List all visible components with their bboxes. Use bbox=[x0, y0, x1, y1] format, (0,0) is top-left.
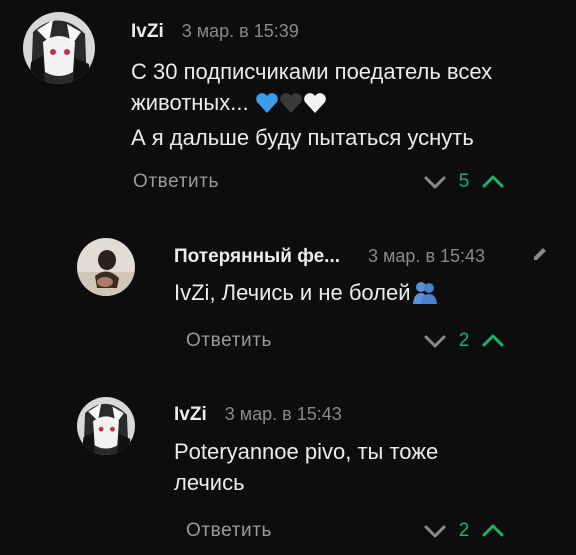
avatar[interactable] bbox=[77, 397, 135, 455]
author-name[interactable]: Потерянный фе... bbox=[174, 246, 340, 268]
hugging-people-icon bbox=[411, 280, 439, 312]
avatar[interactable] bbox=[23, 12, 95, 84]
upvote-icon[interactable] bbox=[479, 331, 507, 351]
reply-button[interactable]: Ответить bbox=[186, 330, 272, 352]
reply-button[interactable]: Ответить bbox=[133, 171, 219, 193]
downvote-icon[interactable] bbox=[421, 521, 449, 541]
photo-avatar-icon bbox=[77, 238, 135, 296]
vote-controls: 5 bbox=[421, 171, 507, 193]
comment-line-text: животных... bbox=[131, 90, 249, 115]
blue-heart-icon bbox=[255, 91, 279, 122]
reply-button[interactable]: Ответить bbox=[186, 520, 272, 542]
downvote-icon[interactable] bbox=[421, 331, 449, 351]
comment-line: лечись bbox=[174, 470, 245, 495]
comment-line: А я дальше буду пытаться уснуть bbox=[131, 125, 474, 150]
upvote-icon[interactable] bbox=[479, 521, 507, 541]
author-name[interactable]: IvZi bbox=[174, 404, 207, 426]
anime-avatar-icon bbox=[77, 397, 135, 455]
comment-line: IvZi, Лечись и не болей bbox=[174, 277, 439, 312]
comment-text: IvZi, Лечись и не болей bbox=[174, 277, 439, 312]
downvote-icon[interactable] bbox=[421, 172, 449, 192]
score-count: 5 bbox=[458, 171, 470, 192]
vote-controls: 2 bbox=[421, 330, 507, 352]
comment-line: Poteryannoe pivo, ты тоже bbox=[174, 439, 439, 464]
timestamp: 3 мар. в 15:39 bbox=[181, 21, 299, 41]
score-count: 2 bbox=[458, 520, 470, 541]
avatar[interactable] bbox=[77, 238, 135, 296]
comment-line-text: IvZi, Лечись и не болей bbox=[174, 280, 411, 305]
timestamp: 3 мар. в 15:43 bbox=[224, 404, 342, 424]
score-count: 2 bbox=[458, 330, 470, 351]
comment-line: животных... bbox=[131, 87, 492, 122]
timestamp: 3 мар. в 15:43 bbox=[368, 246, 486, 266]
pencil-icon bbox=[534, 248, 546, 260]
vote-controls: 2 bbox=[421, 520, 507, 542]
upvote-icon[interactable] bbox=[479, 172, 507, 192]
black-heart-icon bbox=[279, 91, 303, 122]
anime-avatar-icon bbox=[23, 12, 95, 84]
white-heart-icon bbox=[303, 91, 327, 122]
comment-text: С 30 подписчиками поедатель всех животны… bbox=[131, 56, 492, 153]
comment-line: С 30 подписчиками поедатель всех bbox=[131, 59, 493, 84]
author-name[interactable]: IvZi bbox=[131, 21, 164, 43]
comment-text: Poteryannoe pivo, ты тоже лечись bbox=[174, 436, 438, 498]
